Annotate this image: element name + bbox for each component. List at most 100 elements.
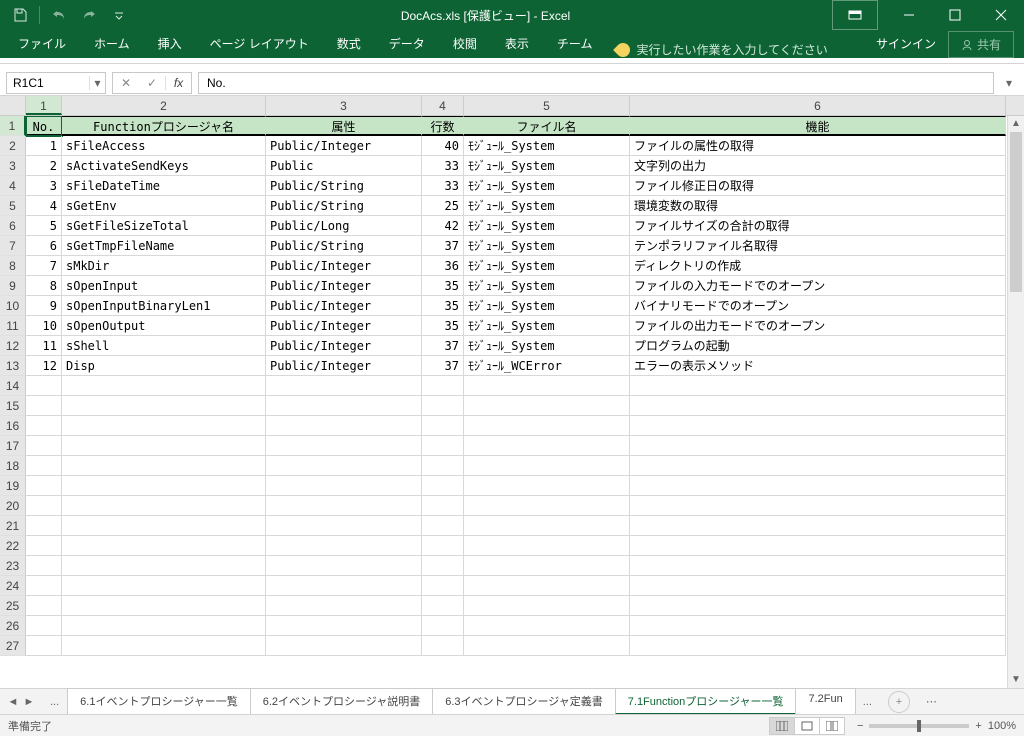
cell-name[interactable]: sFileAccess bbox=[62, 136, 266, 156]
cell-no[interactable]: 11 bbox=[26, 336, 62, 356]
cell[interactable] bbox=[266, 416, 422, 436]
row-header[interactable]: 5 bbox=[0, 196, 26, 216]
cell-no[interactable]: 4 bbox=[26, 196, 62, 216]
sheet-tab[interactable]: 7.1Functionプロシージャー一覧 bbox=[615, 688, 797, 715]
name-box-dropdown[interactable]: ▾ bbox=[89, 76, 105, 90]
insert-function-button[interactable]: fx bbox=[165, 76, 191, 90]
row-header[interactable]: 26 bbox=[0, 616, 26, 636]
cell[interactable] bbox=[26, 456, 62, 476]
sheet-overflow-right[interactable]: ... bbox=[855, 696, 880, 708]
cell-func[interactable]: バイナリモードでのオープン bbox=[630, 296, 1006, 316]
cell-name[interactable]: sGetEnv bbox=[62, 196, 266, 216]
header-cell[interactable]: 機能 bbox=[630, 116, 1006, 136]
cell[interactable] bbox=[26, 376, 62, 396]
header-cell[interactable]: ファイル名 bbox=[464, 116, 630, 136]
cell[interactable] bbox=[266, 376, 422, 396]
cell[interactable] bbox=[464, 576, 630, 596]
cell-attr[interactable]: Public/String bbox=[266, 176, 422, 196]
cell-func[interactable]: ファイルの出力モードでのオープン bbox=[630, 316, 1006, 336]
scroll-up-arrow[interactable]: ▲ bbox=[1008, 116, 1024, 132]
ribbon-display-options-button[interactable] bbox=[832, 0, 878, 30]
cell[interactable] bbox=[26, 436, 62, 456]
zoom-out-button[interactable]: − bbox=[857, 720, 863, 732]
cell-name[interactable]: sOpenOutput bbox=[62, 316, 266, 336]
sheet-tab[interactable]: 6.2イベントプロシージャ説明書 bbox=[250, 688, 434, 715]
sheet-nav-prev[interactable]: ◄ bbox=[6, 696, 20, 708]
cell-func[interactable]: 環境変数の取得 bbox=[630, 196, 1006, 216]
cell[interactable] bbox=[62, 636, 266, 656]
cell[interactable] bbox=[266, 636, 422, 656]
cell-attr[interactable]: Public/Integer bbox=[266, 356, 422, 376]
zoom-slider[interactable] bbox=[869, 724, 969, 728]
cell[interactable] bbox=[26, 536, 62, 556]
cell[interactable] bbox=[26, 576, 62, 596]
cell-file[interactable]: ﾓｼﾞｭｰﾙ_System bbox=[464, 256, 630, 276]
cell[interactable] bbox=[422, 376, 464, 396]
cell-lines[interactable]: 36 bbox=[422, 256, 464, 276]
cell[interactable] bbox=[62, 396, 266, 416]
cell-lines[interactable]: 37 bbox=[422, 336, 464, 356]
cell[interactable] bbox=[26, 616, 62, 636]
row-header[interactable]: 7 bbox=[0, 236, 26, 256]
cell-attr[interactable]: Public/Integer bbox=[266, 336, 422, 356]
cell-attr[interactable]: Public/Integer bbox=[266, 316, 422, 336]
cell[interactable] bbox=[62, 516, 266, 536]
cell-name[interactable]: sOpenInput bbox=[62, 276, 266, 296]
row-header[interactable]: 11 bbox=[0, 316, 26, 336]
cell[interactable] bbox=[464, 596, 630, 616]
cell[interactable] bbox=[630, 476, 1006, 496]
cell[interactable] bbox=[266, 576, 422, 596]
cell-file[interactable]: ﾓｼﾞｭｰﾙ_System bbox=[464, 276, 630, 296]
cell[interactable] bbox=[62, 436, 266, 456]
cell[interactable] bbox=[26, 596, 62, 616]
cell-func[interactable]: テンポラリファイル名取得 bbox=[630, 236, 1006, 256]
zoom-level[interactable]: 100% bbox=[988, 720, 1016, 732]
sheet-overflow-left[interactable]: ... bbox=[42, 696, 67, 708]
formula-bar-expand[interactable]: ▾ bbox=[1000, 76, 1018, 90]
qat-customize-button[interactable] bbox=[105, 3, 133, 27]
cell[interactable] bbox=[630, 396, 1006, 416]
cell-name[interactable]: sFileDateTime bbox=[62, 176, 266, 196]
row-header[interactable]: 17 bbox=[0, 436, 26, 456]
cell[interactable] bbox=[266, 596, 422, 616]
cell[interactable] bbox=[62, 576, 266, 596]
tab-3[interactable]: 数式 bbox=[323, 29, 375, 58]
cell-no[interactable]: 2 bbox=[26, 156, 62, 176]
cell[interactable] bbox=[422, 496, 464, 516]
share-button[interactable]: 共有 bbox=[948, 31, 1014, 58]
sheet-tabs-menu[interactable]: ⋯ bbox=[918, 695, 945, 708]
cell[interactable] bbox=[26, 396, 62, 416]
cell[interactable] bbox=[630, 636, 1006, 656]
cell[interactable] bbox=[464, 516, 630, 536]
row-header[interactable]: 1 bbox=[0, 116, 26, 136]
cell[interactable] bbox=[62, 476, 266, 496]
cell-file[interactable]: ﾓｼﾞｭｰﾙ_System bbox=[464, 336, 630, 356]
row-header[interactable]: 20 bbox=[0, 496, 26, 516]
cell[interactable] bbox=[26, 416, 62, 436]
cell[interactable] bbox=[464, 376, 630, 396]
cell[interactable] bbox=[422, 416, 464, 436]
cell-lines[interactable]: 42 bbox=[422, 216, 464, 236]
cell-name[interactable]: Disp bbox=[62, 356, 266, 376]
cell-name[interactable]: sShell bbox=[62, 336, 266, 356]
header-cell[interactable]: 属性 bbox=[266, 116, 422, 136]
enter-formula-button[interactable]: ✓ bbox=[139, 76, 165, 90]
cell-attr[interactable]: Public/Long bbox=[266, 216, 422, 236]
cell-lines[interactable]: 37 bbox=[422, 356, 464, 376]
new-sheet-button[interactable]: + bbox=[888, 691, 910, 713]
cancel-formula-button[interactable]: ✕ bbox=[113, 76, 139, 90]
col-header[interactable]: 5 bbox=[464, 96, 630, 115]
redo-button[interactable] bbox=[75, 3, 103, 27]
row-header[interactable]: 12 bbox=[0, 336, 26, 356]
row-header[interactable]: 8 bbox=[0, 256, 26, 276]
tab-7[interactable]: チーム bbox=[543, 29, 607, 58]
cell[interactable] bbox=[266, 436, 422, 456]
tab-1[interactable]: 挿入 bbox=[144, 29, 196, 58]
cell-lines[interactable]: 35 bbox=[422, 296, 464, 316]
cell-lines[interactable]: 33 bbox=[422, 156, 464, 176]
row-header[interactable]: 10 bbox=[0, 296, 26, 316]
tab-2[interactable]: ページ レイアウト bbox=[196, 29, 323, 58]
cell[interactable] bbox=[62, 496, 266, 516]
cell-no[interactable]: 10 bbox=[26, 316, 62, 336]
cell[interactable] bbox=[62, 616, 266, 636]
